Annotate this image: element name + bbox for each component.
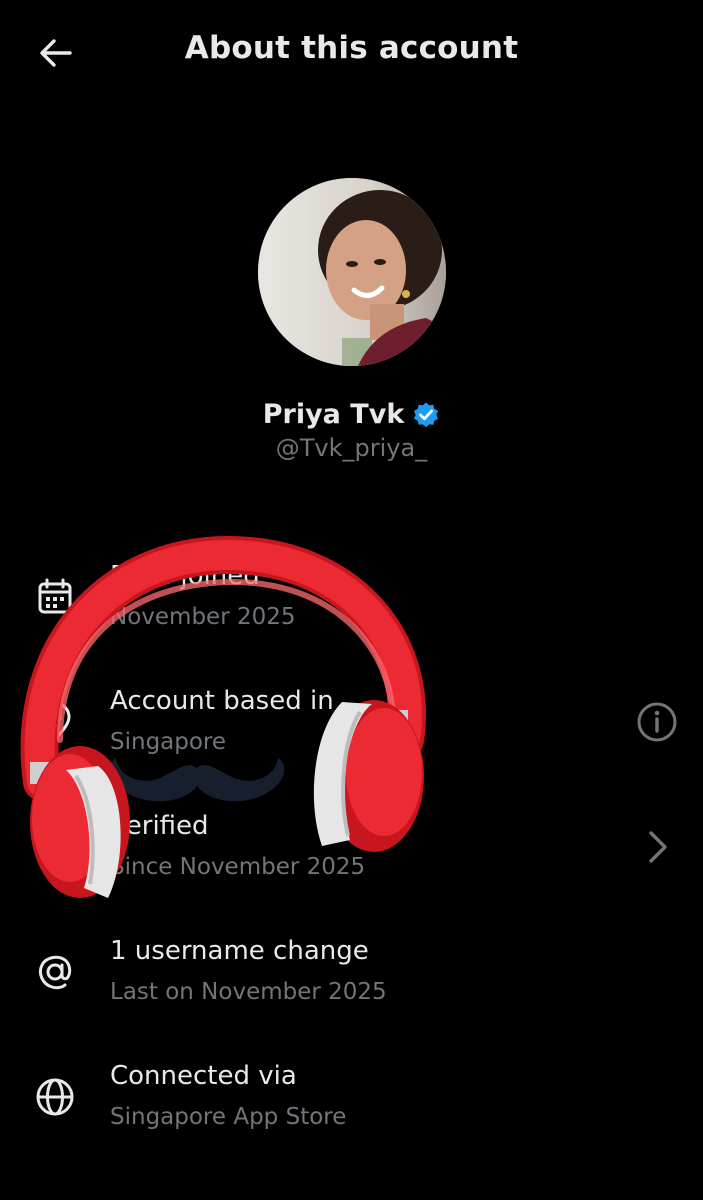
row-value: Since November 2025 bbox=[110, 854, 366, 880]
avatar-photo bbox=[257, 178, 446, 366]
username-handle: @Tvk_priya_ bbox=[275, 434, 428, 462]
globe-icon bbox=[36, 1078, 74, 1116]
avatar[interactable] bbox=[257, 178, 446, 366]
calendar-icon bbox=[38, 578, 72, 614]
chevron-right-icon[interactable] bbox=[635, 825, 679, 869]
name-row: Priya Tvk bbox=[0, 399, 703, 430]
profile-section: Priya Tvk @Tvk_priya_ bbox=[0, 178, 703, 462]
page-title: About this account bbox=[184, 30, 519, 66]
verified-icon bbox=[38, 828, 72, 863]
row-label: Account based in bbox=[110, 686, 334, 716]
row-value: Last on November 2025 bbox=[110, 979, 387, 1005]
account-based-in-row: Account based in Singapore bbox=[0, 680, 703, 805]
location-pin-icon bbox=[39, 701, 71, 742]
username-change-row: 1 username change Last on November 2025 bbox=[0, 930, 703, 1055]
connected-via-row: Connected via Singapore App Store bbox=[0, 1055, 703, 1180]
row-label: 1 username change bbox=[110, 936, 369, 966]
row-label: Date joined bbox=[110, 561, 260, 591]
row-value: November 2025 bbox=[110, 604, 296, 630]
account-info-list: Date joined November 2025 Account based … bbox=[0, 555, 703, 1180]
verified-row[interactable]: Verified Since November 2025 bbox=[0, 805, 703, 930]
row-value: Singapore App Store bbox=[110, 1104, 347, 1130]
display-name: Priya Tvk bbox=[262, 399, 405, 430]
at-sign-icon bbox=[38, 955, 72, 990]
row-label: Connected via bbox=[110, 1061, 297, 1091]
date-joined-row: Date joined November 2025 bbox=[0, 555, 703, 680]
row-label: Verified bbox=[110, 811, 209, 841]
top-bar: About this account bbox=[0, 0, 703, 106]
row-value: Singapore bbox=[110, 729, 227, 755]
verified-badge-icon bbox=[414, 402, 439, 427]
info-icon[interactable] bbox=[635, 700, 679, 744]
